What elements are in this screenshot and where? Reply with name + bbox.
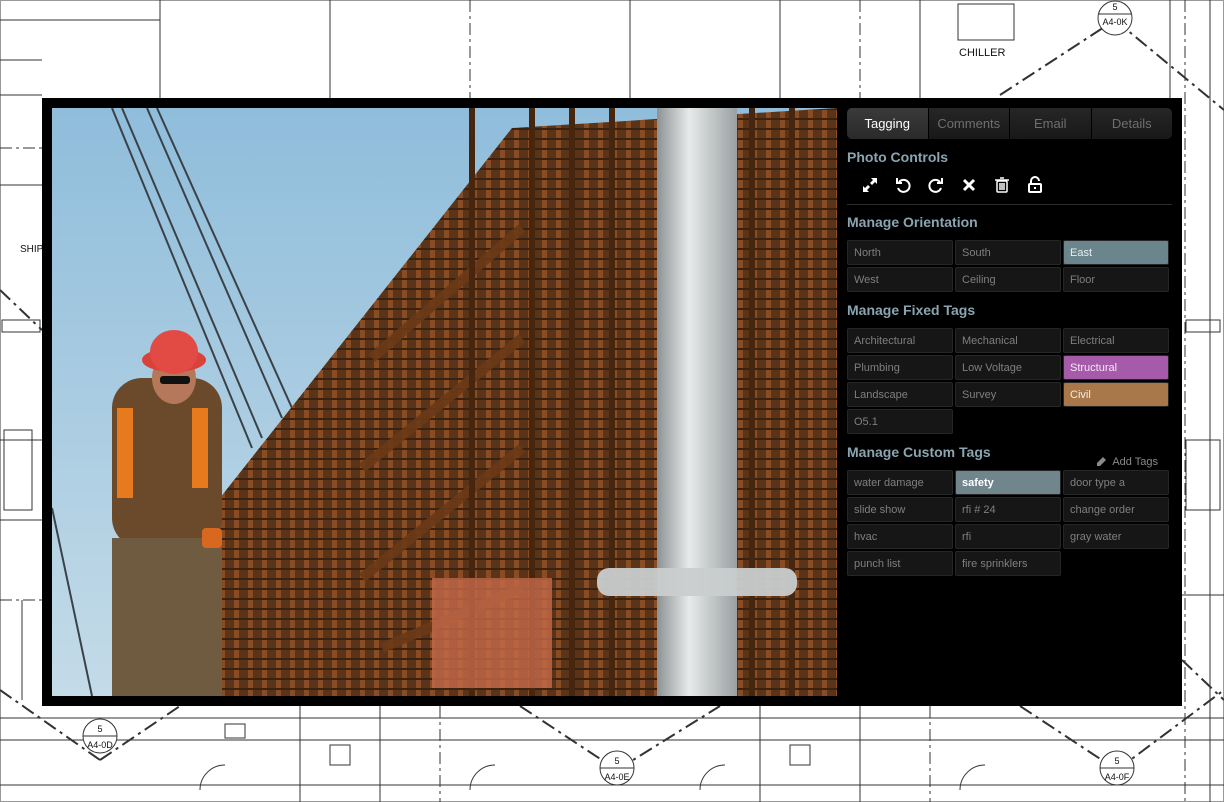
fixed-tag-architectural[interactable]: Architectural — [847, 328, 953, 353]
orientation-title: Manage Orientation — [847, 214, 978, 230]
trash-icon[interactable] — [985, 174, 1018, 196]
orientation-south[interactable]: South — [955, 240, 1061, 265]
marker-ref: A4-0E — [604, 772, 629, 782]
blueprint-label-ship: SHIP — [20, 244, 44, 255]
custom-tag-punch-list[interactable]: punch list — [847, 551, 953, 576]
tab-email[interactable]: Email — [1010, 108, 1092, 139]
fixed-tag-plumbing[interactable]: Plumbing — [847, 355, 953, 380]
fixed-tag-o5-1[interactable]: O5.1 — [847, 409, 953, 434]
add-tags-label: Add Tags — [1112, 456, 1158, 468]
photo-tagging-modal: Tagging Comments Email Details Photo Con… — [42, 98, 1182, 706]
custom-tag-safety[interactable]: safety — [955, 470, 1061, 495]
orientation-north[interactable]: North — [847, 240, 953, 265]
marker-ref: A4-0F — [1105, 772, 1130, 782]
divider — [847, 204, 1172, 205]
tab-details[interactable]: Details — [1091, 108, 1172, 139]
fixed-tag-civil[interactable]: Civil — [1063, 382, 1169, 407]
fixed-tag-mechanical[interactable]: Mechanical — [955, 328, 1061, 353]
construction-photo[interactable] — [52, 108, 837, 696]
orientation-floor[interactable]: Floor — [1063, 267, 1169, 292]
close-icon[interactable] — [952, 174, 985, 196]
custom-tag-water-damage[interactable]: water damage — [847, 470, 953, 495]
photo-controls-title: Photo Controls — [847, 149, 949, 165]
orientation-east[interactable]: East — [1063, 240, 1169, 265]
unlock-icon[interactable] — [1018, 174, 1051, 196]
orientation-ceiling[interactable]: Ceiling — [955, 267, 1061, 292]
custom-tag-door-type-a[interactable]: door type a — [1063, 470, 1169, 495]
panel-tabs: Tagging Comments Email Details — [847, 108, 1172, 139]
custom-tag-hvac[interactable]: hvac — [847, 524, 953, 549]
fixed-tag-structural[interactable]: Structural — [1063, 355, 1169, 380]
custom-tag-gray-water[interactable]: gray water — [1063, 524, 1169, 549]
expand-icon[interactable] — [853, 174, 886, 196]
add-tags-button[interactable]: Add Tags — [1096, 456, 1158, 468]
orientation-west[interactable]: West — [847, 267, 953, 292]
rotate-left-icon[interactable] — [886, 174, 919, 196]
custom-tag-fire-sprinklers[interactable]: fire sprinklers — [955, 551, 1061, 576]
fixed-tag-low-voltage[interactable]: Low Voltage — [955, 355, 1061, 380]
custom-tags-grid: water damage safety door type a slide sh… — [847, 470, 1172, 576]
fixed-tag-survey[interactable]: Survey — [955, 382, 1061, 407]
pencil-icon — [1097, 457, 1107, 466]
fixed-tags-title: Manage Fixed Tags — [847, 302, 976, 318]
orientation-grid: North South East West Ceiling Floor — [847, 240, 1172, 292]
custom-tag-rfi[interactable]: rfi — [955, 524, 1061, 549]
custom-tag-change-order[interactable]: change order — [1063, 497, 1169, 522]
rotate-right-icon[interactable] — [919, 174, 952, 196]
marker-number: 5 — [97, 724, 102, 734]
custom-tag-slide-show[interactable]: slide show — [847, 497, 953, 522]
photo-controls — [853, 174, 1051, 196]
tagging-panel: Tagging Comments Email Details Photo Con… — [847, 108, 1172, 696]
custom-tag-rfi-24[interactable]: rfi # 24 — [955, 497, 1061, 522]
marker-number: 5 — [1114, 756, 1119, 766]
marker-ref: A4-0D — [87, 740, 113, 750]
custom-tags-title: Manage Custom Tags — [847, 444, 991, 460]
marker-number: 5 — [1112, 2, 1117, 12]
fixed-tag-landscape[interactable]: Landscape — [847, 382, 953, 407]
blueprint-label-chiller: CHILLER — [959, 47, 1006, 59]
fixed-tags-grid: Architectural Mechanical Electrical Plum… — [847, 328, 1172, 434]
fixed-tag-electrical[interactable]: Electrical — [1063, 328, 1169, 353]
tab-comments[interactable]: Comments — [928, 108, 1010, 139]
marker-number: 5 — [614, 756, 619, 766]
tab-tagging[interactable]: Tagging — [847, 108, 929, 139]
marker-ref: A4-0K — [1102, 17, 1127, 27]
